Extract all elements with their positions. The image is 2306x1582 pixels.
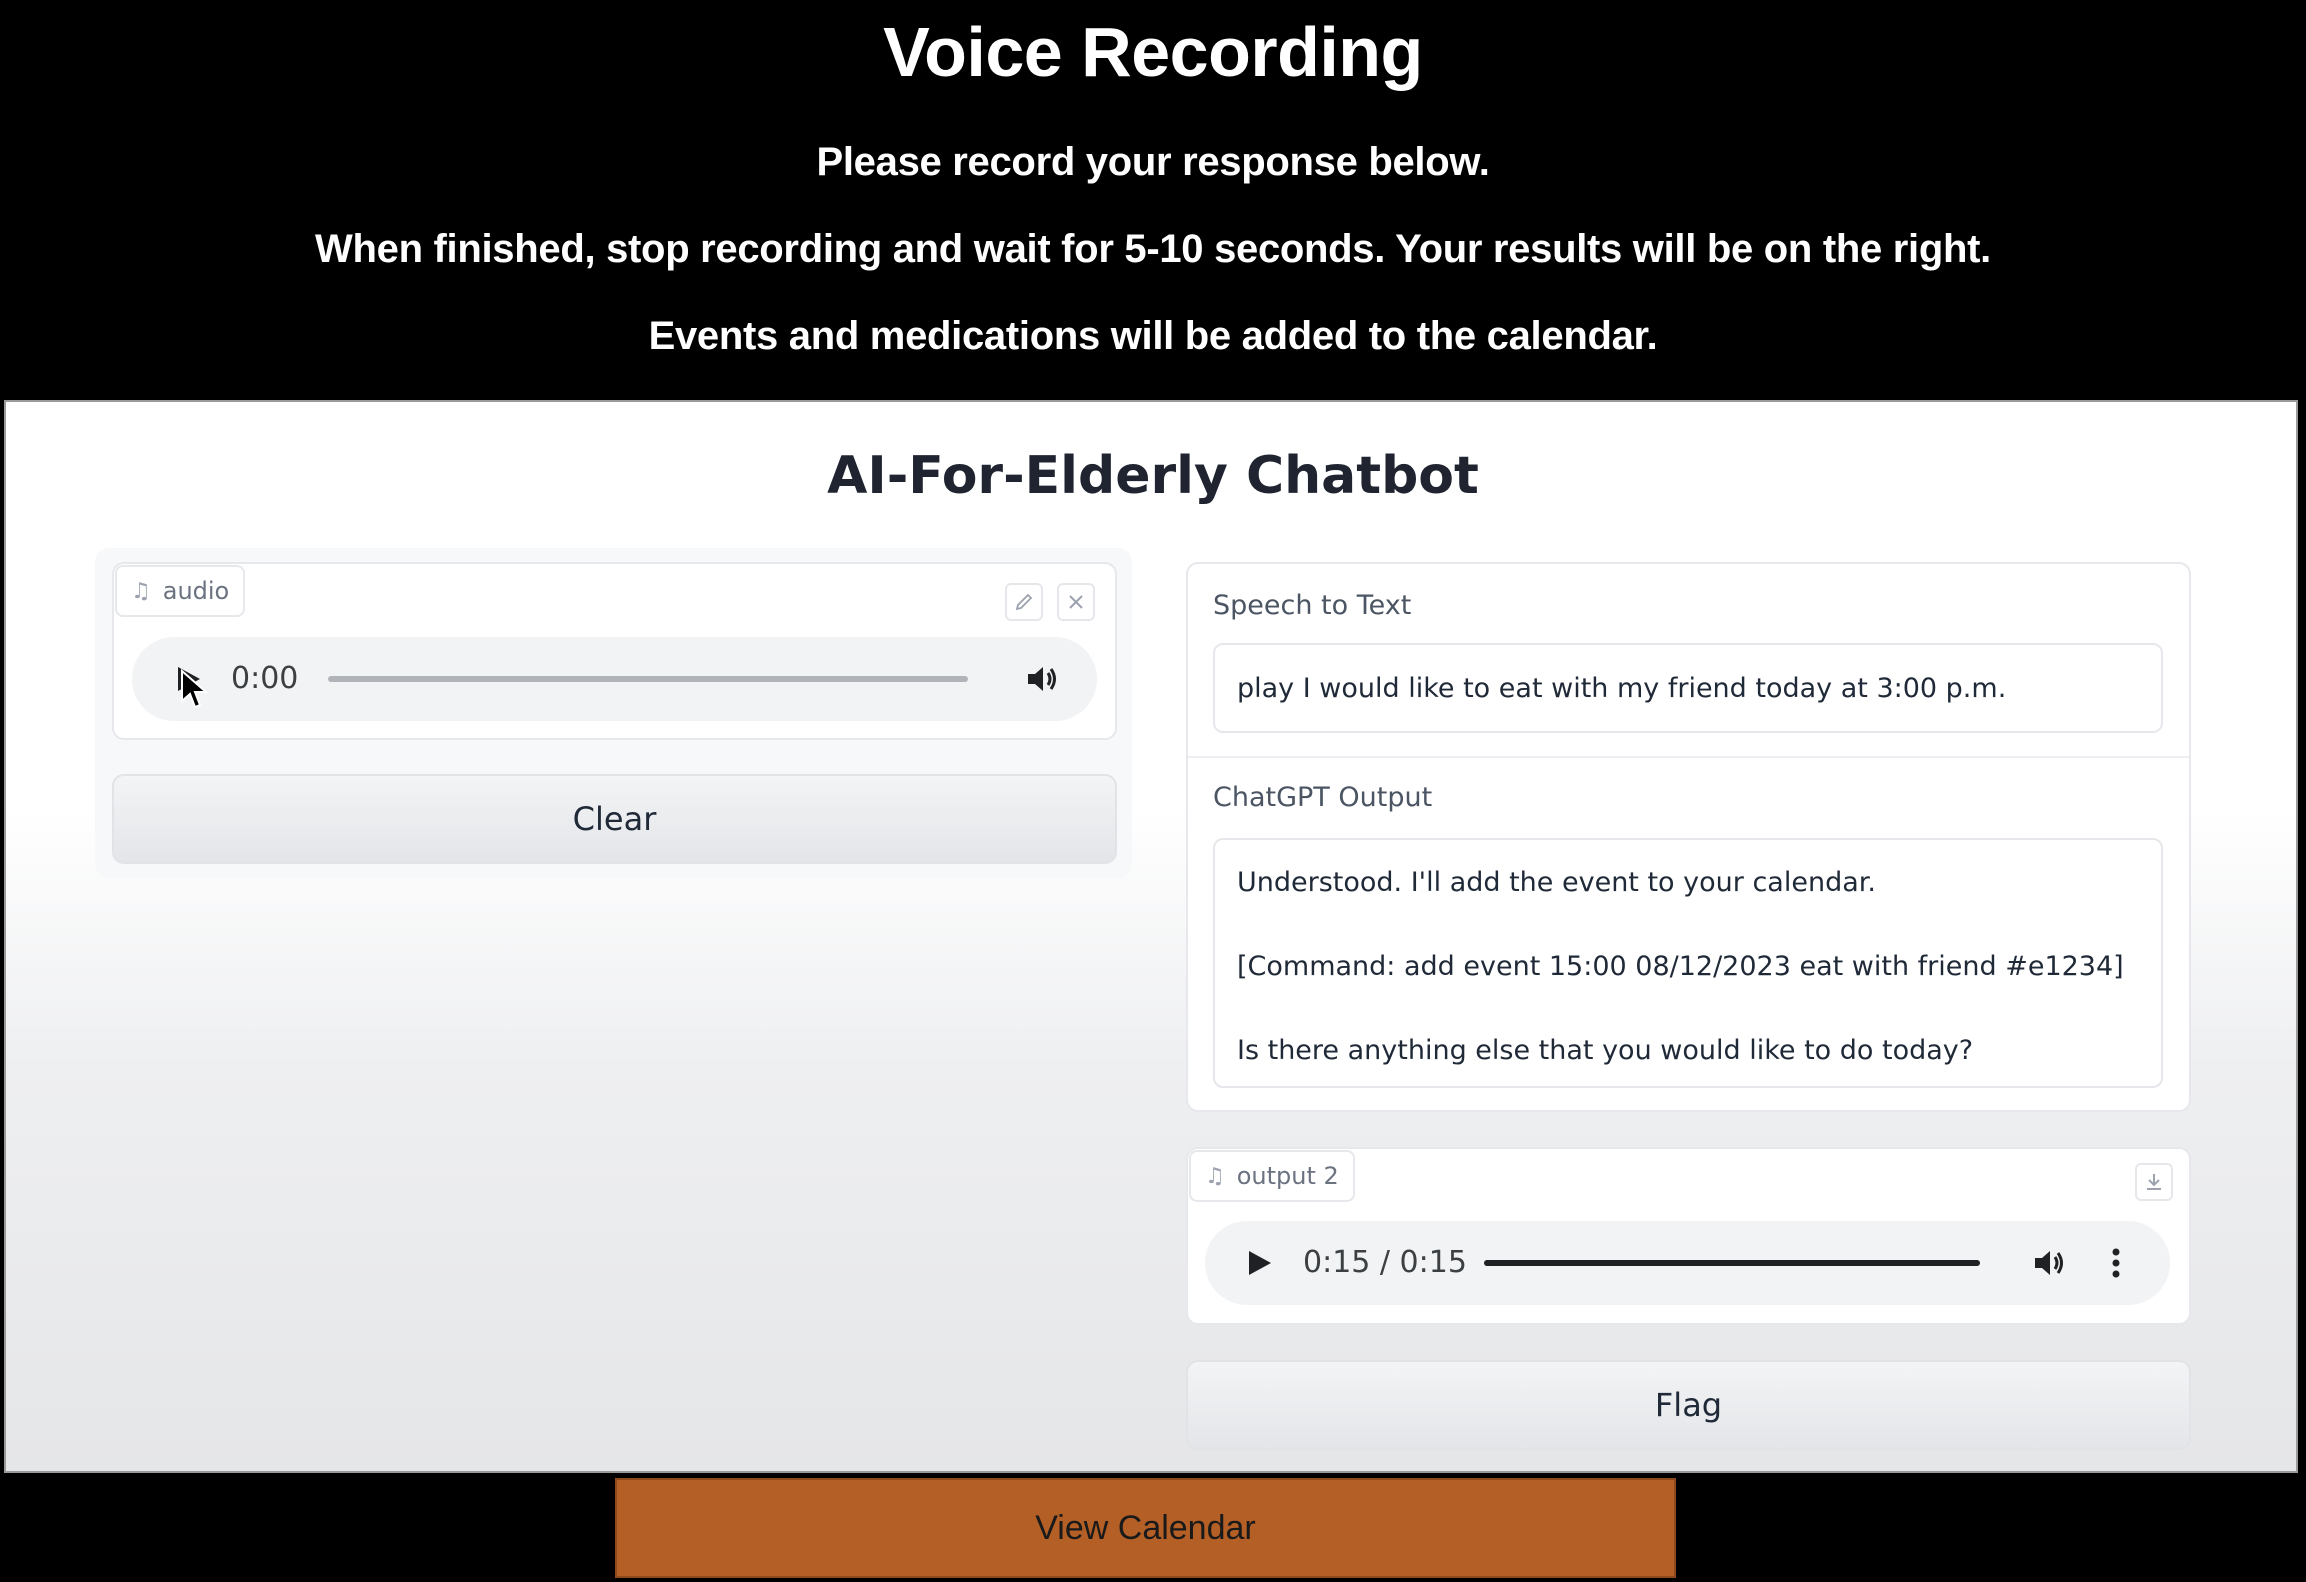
audio-output-seekbar[interactable]	[1484, 1260, 1980, 1266]
more-options-icon[interactable]	[2111, 1247, 2121, 1279]
cursor-icon	[180, 669, 210, 711]
audio-input-seekbar[interactable]	[328, 676, 968, 682]
audio-output-player: 0:15 / 0:15	[1205, 1221, 2170, 1305]
app-title: AI-For-Elderly Chatbot	[827, 446, 1479, 506]
music-note-icon: ♫	[1205, 1163, 1225, 1189]
audio-output-progress	[1484, 1260, 1980, 1266]
speech-to-text-value: play I would like to eat with my friend …	[1237, 673, 2007, 704]
volume-icon[interactable]	[1024, 661, 1060, 697]
view-calendar-button[interactable]: View Calendar	[615, 1478, 1676, 1578]
close-icon[interactable]	[1057, 583, 1095, 621]
chatgpt-output-label: ChatGPT Output	[1213, 782, 1433, 813]
instruction-wait: When finished, stop recording and wait f…	[315, 227, 1991, 271]
audio-output-label: ♫ output 2	[1189, 1150, 1355, 1202]
download-icon[interactable]	[2135, 1163, 2173, 1201]
chatgpt-output-field[interactable]: Understood. I'll add the event to your c…	[1213, 838, 2163, 1088]
audio-input-time: 0:00	[231, 661, 299, 696]
volume-icon[interactable]	[2031, 1245, 2067, 1281]
clear-button[interactable]: Clear	[112, 774, 1117, 864]
divider	[1188, 756, 2189, 758]
speech-to-text-label: Speech to Text	[1213, 590, 1412, 621]
chatgpt-output-line: [Command: add event 15:00 08/12/2023 eat…	[1237, 951, 2124, 982]
instruction-record: Please record your response below.	[816, 140, 1490, 184]
music-note-icon: ♫	[131, 578, 151, 604]
page-title: Voice Recording	[883, 13, 1423, 91]
flag-button[interactable]: Flag	[1186, 1360, 2191, 1450]
audio-input-label: ♫ audio	[115, 565, 246, 617]
audio-input-player: 0:00	[132, 637, 1097, 721]
audio-output-time: 0:15 / 0:15	[1303, 1245, 1467, 1280]
chatgpt-output-line: Understood. I'll add the event to your c…	[1237, 867, 1876, 898]
play-icon[interactable]	[1247, 1249, 1273, 1277]
speech-to-text-field[interactable]: play I would like to eat with my friend …	[1213, 643, 2163, 733]
audio-output-label-text: output 2	[1236, 1162, 1339, 1190]
chatgpt-output-line: Is there anything else that you would li…	[1237, 1035, 1974, 1066]
instruction-calendar: Events and medications will be added to …	[648, 314, 1658, 358]
pencil-icon[interactable]	[1005, 583, 1043, 621]
audio-label-text: audio	[162, 577, 230, 605]
